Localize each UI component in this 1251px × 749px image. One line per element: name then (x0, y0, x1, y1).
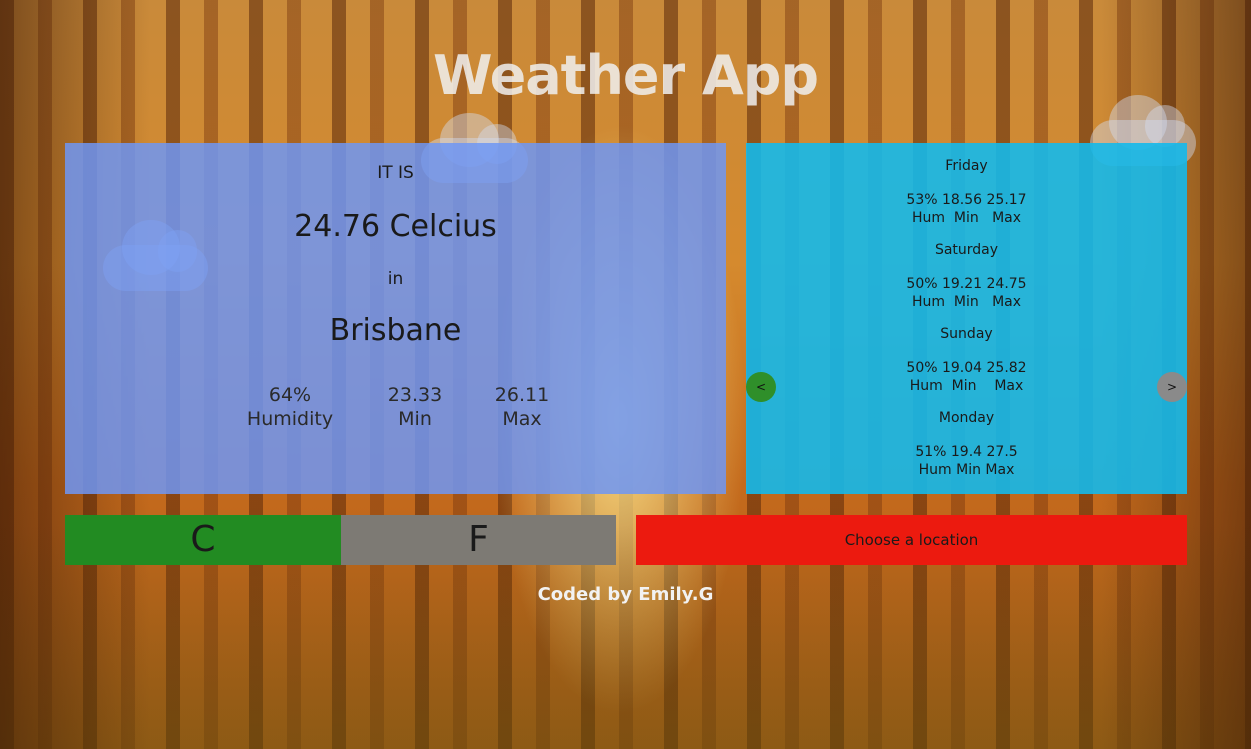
city-name: Brisbane (329, 313, 462, 348)
choose-location-button[interactable]: Choose a location (636, 515, 1187, 565)
forecast-day-name: Friday (945, 158, 988, 174)
forecast-values: 53% 18.56 25.17 (906, 192, 1027, 208)
humidity-stat: 64% Humidity (240, 383, 340, 431)
forecast-day: Sunday 50% 19.04 25.82 Hum Min Max (746, 326, 1187, 395)
fahrenheit-button[interactable]: F (341, 515, 616, 565)
forecast-values: 51% 19.4 27.5 (915, 444, 1018, 460)
forecast-day: Saturday 50% 19.21 24.75 Hum Min Max (746, 242, 1187, 311)
humidity-label: Humidity (246, 408, 334, 430)
forecast-day-name: Monday (938, 410, 995, 426)
min-value: 23.33 (387, 384, 443, 406)
forecast-labels: Hum Min Max (911, 210, 1022, 226)
forecast-labels: Hum Min Max (911, 294, 1022, 310)
footer-credit: Coded by Emily.G (537, 584, 714, 605)
current-temperature: 24.76 Celcius (294, 209, 497, 244)
it-is-label: IT IS (377, 163, 414, 183)
celsius-button[interactable]: C (65, 515, 341, 565)
forecast-day: Friday 53% 18.56 25.17 Hum Min Max (746, 158, 1187, 227)
forecast-values: 50% 19.04 25.82 (906, 360, 1027, 376)
forecast-labels: Hum Min Max (918, 462, 1015, 478)
forecast-panel: Friday 53% 18.56 25.17 Hum Min Max Satur… (746, 143, 1187, 494)
current-weather-panel: IT IS 24.76 Celcius in Brisbane 64% Humi… (65, 143, 726, 494)
next-day-button[interactable]: > (1157, 372, 1187, 402)
in-label: in (387, 269, 404, 289)
humidity-value: 64% (268, 384, 312, 406)
min-label: Min (398, 408, 432, 430)
forecast-values: 50% 19.21 24.75 (906, 276, 1027, 292)
forecast-day-name: Saturday (934, 242, 999, 258)
app-title: Weather App (432, 44, 819, 107)
max-label: Max (502, 408, 542, 430)
forecast-day-name: Sunday (940, 326, 993, 342)
previous-day-button[interactable]: < (746, 372, 776, 402)
min-stat: 23.33 Min (370, 383, 460, 431)
max-stat: 26.11 Max (477, 383, 567, 431)
max-value: 26.11 (494, 384, 550, 406)
forecast-day: Monday 51% 19.4 27.5 Hum Min Max (746, 410, 1187, 479)
forecast-labels: Hum Min Max (909, 378, 1024, 394)
